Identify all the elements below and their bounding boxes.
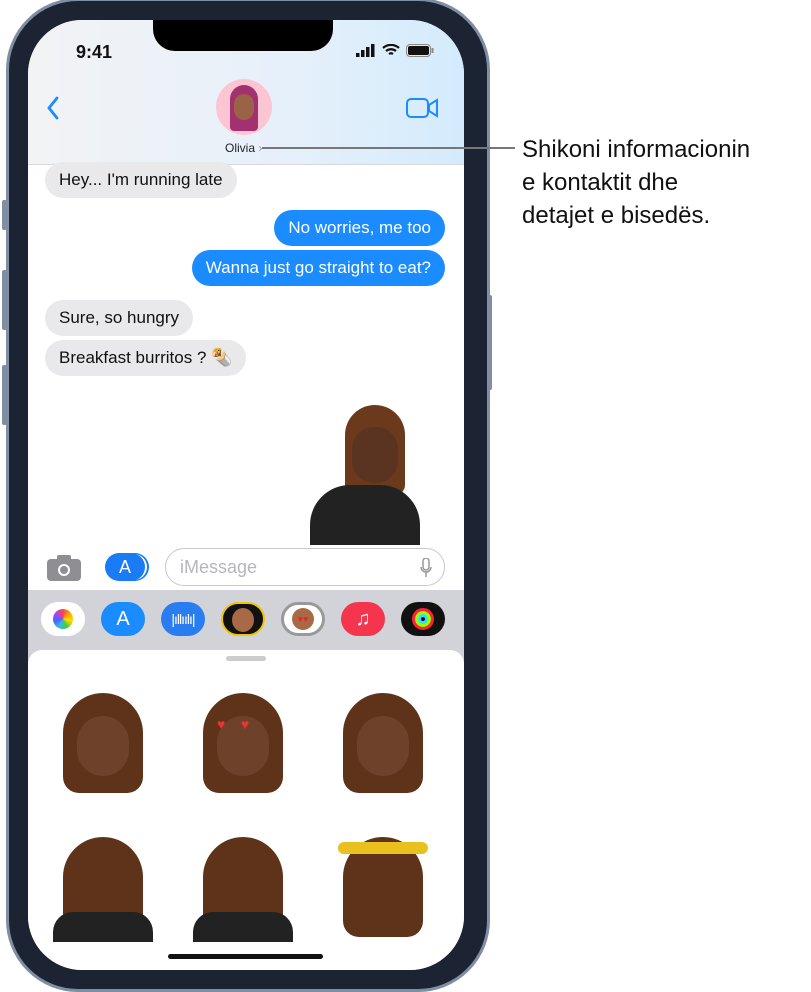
dynamic-notch (153, 20, 333, 51)
drag-handle[interactable] (226, 656, 266, 661)
memoji-sticker[interactable] (193, 832, 293, 942)
callout-line-3: detajet e bisedës. (522, 202, 711, 229)
conversation-header: 9:41 Olivia › (28, 20, 464, 165)
memoji-sticker[interactable] (333, 688, 433, 798)
imessage-input[interactable]: iMessage (165, 548, 445, 586)
back-chevron-icon[interactable] (46, 96, 60, 120)
message-bubble-received[interactable]: Breakfast burritos ? 🌯 (45, 340, 247, 376)
memoji-sticker[interactable] (53, 832, 153, 942)
message-bubble-sent[interactable]: Wanna just go straight to eat? (191, 250, 445, 286)
callout-text: Shikoni informacionin e kontaktit dhe de… (522, 133, 750, 232)
message-bubble-received[interactable]: Hey... I'm running late (45, 162, 237, 198)
memoji-sticker[interactable] (53, 688, 153, 798)
status-icons (356, 44, 434, 57)
activity-app-icon[interactable] (401, 602, 445, 636)
memoji-sticker[interactable]: ♥ ♥ (193, 688, 293, 798)
status-time: 9:41 (76, 42, 113, 62)
video-camera-icon[interactable] (406, 98, 438, 118)
contact-avatar[interactable] (216, 79, 272, 135)
photos-app-icon[interactable] (41, 602, 85, 636)
memoji-sticker[interactable] (333, 832, 433, 942)
wifi-icon (382, 44, 400, 55)
audio-message-icon[interactable]: |ıllıılı| (161, 602, 205, 636)
app-store-icon: A (118, 557, 131, 577)
message-bubble-received[interactable]: Sure, so hungry (45, 300, 194, 336)
action-button (2, 200, 7, 230)
home-indicator (168, 954, 323, 959)
signal-icon (356, 44, 375, 57)
callout-line (262, 147, 515, 149)
callout-line-2: e kontaktit dhe (522, 169, 679, 196)
camera-icon[interactable] (47, 555, 81, 581)
microphone-icon[interactable] (420, 558, 432, 578)
battery-icon (406, 44, 434, 57)
side-button (487, 295, 492, 390)
memoji-sticker-message[interactable] (300, 405, 420, 545)
memoji-app-icon[interactable] (221, 602, 265, 636)
music-app-icon[interactable]: ♫ (341, 602, 385, 636)
app-store-button[interactable]: A (105, 553, 145, 581)
app-store-app-icon[interactable]: A (101, 602, 145, 636)
screen: 9:41 Olivia › Hey... I'm running late No… (28, 20, 464, 970)
message-bubble-sent[interactable]: No worries, me too (274, 210, 445, 246)
volume-up-button (2, 270, 7, 330)
volume-down-button (2, 365, 7, 425)
imessage-placeholder: iMessage (180, 557, 258, 577)
callout-line-1: Shikoni informacionin (522, 136, 751, 163)
contact-name: Olivia (225, 141, 256, 155)
memoji-stickers-app-icon[interactable]: ♥♥ (281, 602, 325, 636)
contact-name-button[interactable]: Olivia › (225, 141, 262, 155)
